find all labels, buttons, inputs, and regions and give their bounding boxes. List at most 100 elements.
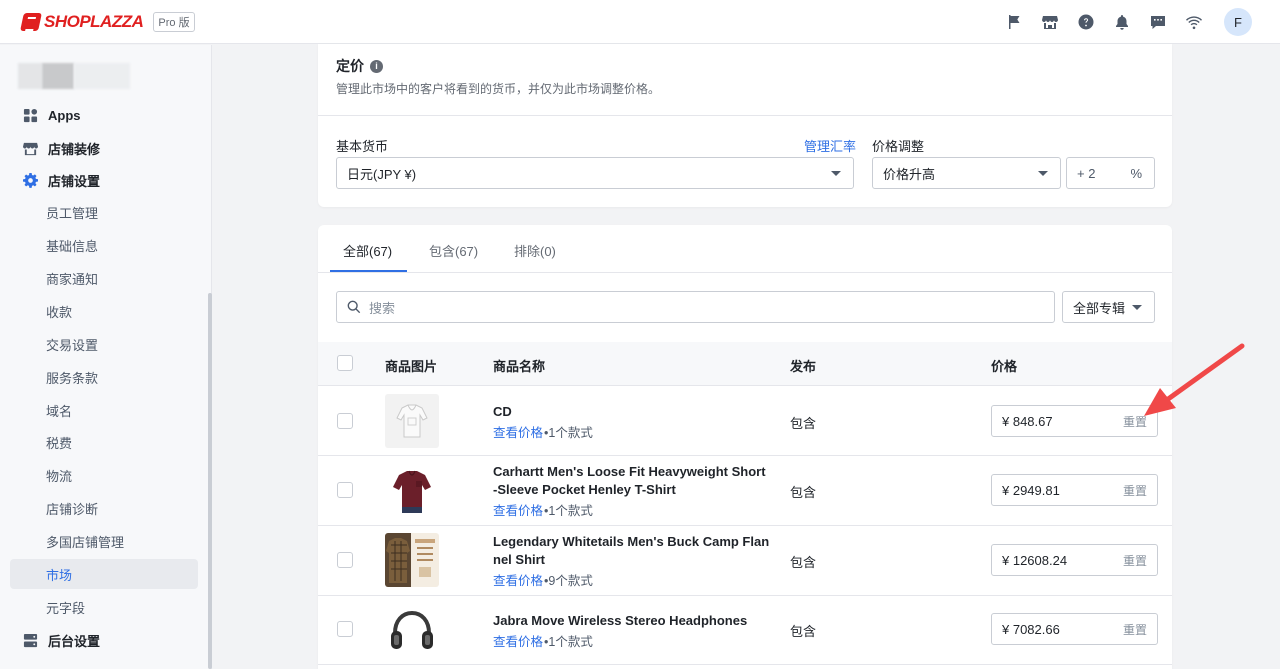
active-tab-indicator [330, 270, 407, 272]
flag-icon[interactable] [1004, 12, 1024, 32]
info-icon[interactable]: i [370, 59, 383, 73]
table-row: Legendary Whitetails Men's Buck Camp Fla… [318, 526, 1172, 596]
sidebar-subitem[interactable]: 元字段 [10, 592, 198, 622]
row-checkbox[interactable] [337, 482, 353, 498]
search-input[interactable]: 搜索 [336, 291, 1055, 323]
header-name: 商品名称 [493, 359, 546, 374]
product-list-card: 全部(67) 包含(67) 排除(0) 搜索 全部专辑 商品图片 商品名称 发布… [318, 225, 1172, 669]
select-all-checkbox[interactable] [337, 355, 353, 371]
chevron-down-icon [1132, 305, 1142, 310]
logo-text: SHOPLAZZA [44, 11, 144, 31]
header-price: 价格 [991, 359, 1018, 374]
row-checkbox[interactable] [337, 621, 353, 637]
wifi-icon[interactable] [1184, 12, 1204, 32]
view-price-link[interactable]: 查看价格 [493, 574, 543, 588]
sidebar-item-label: 后台设置 [48, 633, 101, 649]
sidebar-subitem[interactable]: 多国店铺管理 [10, 526, 198, 556]
sidebar-subitem[interactable]: 员工管理 [10, 197, 198, 227]
tab-excluded[interactable]: 排除(0) [514, 241, 556, 260]
tabs: 全部(67) 包含(67) 排除(0) [318, 225, 1172, 273]
tab-included[interactable]: 包含(67) [429, 241, 478, 260]
collection-filter-select[interactable]: 全部专辑 [1062, 291, 1155, 323]
variant-count: •9个款式 [544, 574, 593, 588]
tab-all[interactable]: 全部(67) [343, 241, 392, 260]
reset-button[interactable]: 重置 [1123, 482, 1147, 499]
sidebar-subitem[interactable]: 税费 [10, 427, 198, 457]
row-checkbox[interactable] [337, 552, 353, 568]
sidebar-item-admin-settings[interactable]: 后台设置 [10, 625, 198, 655]
view-price-link[interactable]: 查看价格 [493, 504, 543, 518]
sidebar-subitem[interactable]: 收款 [10, 296, 198, 326]
product-image-shirt-placeholder[interactable] [385, 394, 439, 448]
sidebar-item-store-design[interactable]: 店铺装修 [10, 133, 198, 163]
product-name: Legendary Whitetails Men's Buck Camp Fla… [493, 534, 770, 567]
price-value: ¥ 7082.66 [1002, 621, 1060, 637]
table-row: Carhartt Men's Loose Fit Heavyweight Sho… [318, 456, 1172, 526]
price-adjust-select[interactable]: 价格升高 [872, 157, 1061, 189]
sidebar-subitem-market[interactable]: 市场 [10, 559, 198, 589]
server-icon [22, 632, 38, 648]
message-icon[interactable] [1148, 12, 1168, 32]
sidebar-item-store-settings[interactable]: 店铺设置 [10, 165, 198, 195]
percent-unit: % [1130, 165, 1142, 181]
pricing-description: 管理此市场中的客户将看到的货币，并仅为此市场调整价格。 [336, 82, 661, 96]
sidebar-subitem[interactable]: 域名 [10, 395, 198, 425]
publish-status: 包含 [790, 416, 817, 431]
price-input[interactable]: ¥ 7082.66 重置 [991, 613, 1158, 645]
product-meta: 查看价格•1个款式 [493, 422, 593, 441]
base-currency-label: 基本货币 [336, 139, 389, 154]
sidebar-subitem[interactable]: 服务条款 [10, 362, 198, 392]
sidebar-subitem[interactable]: 物流 [10, 460, 198, 490]
bell-icon[interactable] [1112, 12, 1132, 32]
top-icons: F [988, 0, 1252, 44]
manage-rate-link[interactable]: 管理汇率 [804, 136, 856, 155]
shoplazza-logo[interactable]: SHOPLAZZA Pro 版 [20, 11, 195, 32]
variant-count: •1个款式 [544, 504, 593, 518]
sidebar-subitem[interactable]: 商家通知 [10, 263, 198, 293]
product-meta: 查看价格•1个款式 [493, 500, 593, 519]
product-name: Jabra Move Wireless Stereo Headphones [493, 613, 748, 628]
sidebar-subitem[interactable]: 店铺诊断 [10, 493, 198, 523]
sidebar-item-apps[interactable]: Apps [10, 100, 198, 130]
variant-count: •1个款式 [544, 426, 593, 440]
price-adjust-percent-input[interactable]: + 2 % [1066, 157, 1155, 189]
base-currency-select[interactable]: 日元(JPY ¥) [336, 157, 854, 189]
publish-status: 包含 [790, 485, 817, 500]
price-adjust-value: 价格升高 [883, 166, 936, 182]
pricing-card: 定价 i 管理此市场中的客户将看到的货币，并仅为此市场调整价格。 基本货币 管理… [318, 44, 1172, 207]
annotation-arrow-icon [1144, 343, 1245, 416]
sidebar-subitem[interactable]: 交易设置 [10, 329, 198, 359]
apps-icon [22, 107, 38, 123]
price-value: ¥ 2949.81 [1002, 482, 1060, 498]
row-checkbox[interactable] [337, 413, 353, 429]
reset-button[interactable]: 重置 [1123, 621, 1147, 638]
top-bar: SHOPLAZZA Pro 版 F [0, 0, 1280, 44]
sidebar-item-label: 店铺装修 [48, 141, 101, 157]
table-row: CD 查看价格•1个款式 包含 ¥ 848.67 重置 [318, 387, 1172, 456]
sidebar-scrollbar[interactable] [208, 293, 212, 669]
product-image-headphones[interactable] [385, 603, 439, 657]
product-image-flannel-shirt[interactable] [385, 533, 439, 587]
view-price-link[interactable]: 查看价格 [493, 426, 543, 440]
reset-button[interactable]: 重置 [1123, 552, 1147, 569]
base-currency-value: 日元(JPY ¥) [347, 166, 417, 182]
price-adjust-label: 价格调整 [872, 139, 925, 154]
sidebar: Apps 店铺装修 店铺设置 员工管理 基础信息 商家通知 收款 交易设置 服务… [0, 45, 212, 669]
product-meta: 查看价格•9个款式 [493, 570, 593, 589]
pricing-title-text: 定价 [336, 58, 364, 74]
view-price-link[interactable]: 查看价格 [493, 635, 543, 649]
publish-status: 包含 [790, 624, 817, 639]
search-placeholder: 搜索 [369, 300, 396, 316]
product-image-henley-shirt[interactable] [385, 463, 439, 517]
price-input[interactable]: ¥ 12608.24 重置 [991, 544, 1158, 576]
help-icon[interactable] [1076, 12, 1096, 32]
product-name: Carhartt Men's Loose Fit Heavyweight Sho… [493, 464, 766, 497]
price-value: ¥ 12608.24 [1002, 552, 1068, 568]
store-icon[interactable] [1040, 12, 1060, 32]
product-name: CD [493, 404, 512, 419]
sidebar-subitem[interactable]: 基础信息 [10, 230, 198, 260]
percent-value: + 2 [1077, 165, 1096, 181]
price-input[interactable]: ¥ 2949.81 重置 [991, 474, 1158, 506]
user-avatar[interactable]: F [1224, 8, 1252, 36]
logo-mark-icon [20, 12, 42, 31]
